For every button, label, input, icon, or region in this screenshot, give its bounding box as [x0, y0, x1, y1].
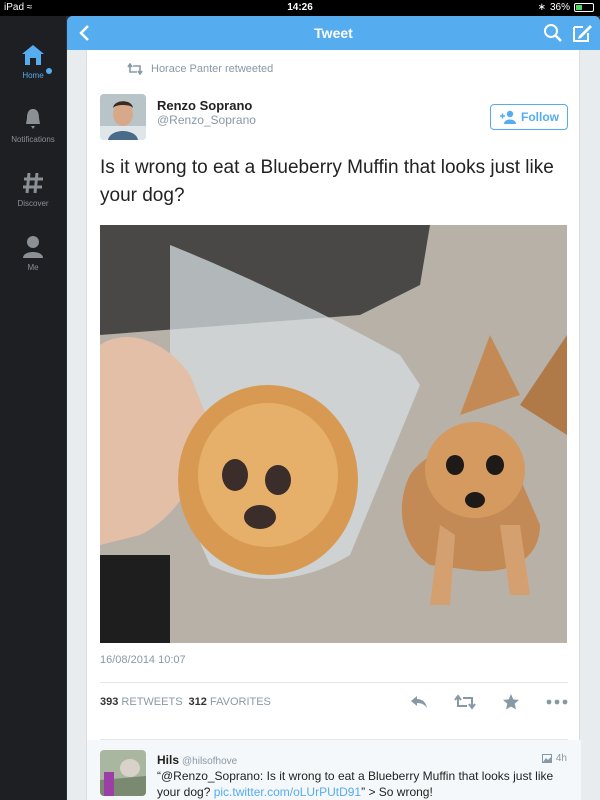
media-icon — [541, 754, 552, 763]
more-icon — [546, 699, 568, 705]
retweet-small-icon — [127, 63, 143, 75]
clock: 14:26 — [287, 2, 313, 13]
sidebar-item-label: Home — [22, 71, 44, 80]
hash-icon — [23, 172, 43, 194]
home-icon — [22, 45, 44, 65]
reply-author[interactable]: Hils @hilsofhove — [157, 753, 237, 767]
reply-text-suffix: ” > So wrong! — [361, 785, 433, 799]
tweet-card: Horace Panter retweeted Renzo Soprano @R… — [86, 50, 581, 800]
reply-button[interactable] — [407, 690, 431, 714]
retweets-count: 393 — [100, 696, 119, 708]
author-avatar-image — [100, 94, 146, 140]
status-right: ∗ 36% — [538, 2, 594, 13]
bell-icon — [26, 109, 40, 129]
battery-percent: 36% — [549, 2, 570, 13]
sidebar-item-notifications[interactable]: Notifications — [0, 106, 66, 144]
favorites-label: FAVORITES — [209, 696, 271, 708]
muffin-dog-photo — [100, 225, 567, 643]
add-user-icon — [500, 110, 516, 124]
navigation-bar: Tweet — [67, 16, 600, 50]
retweet-icon — [454, 694, 476, 710]
tweet-text: Is it wrong to eat a Blueberry Muffin th… — [100, 157, 554, 206]
reply-item[interactable]: Hils @hilsofhove 4h “@Renzo_Soprano: Is i… — [87, 740, 581, 800]
favorites-count: 312 — [188, 696, 207, 708]
search-icon[interactable] — [543, 23, 563, 43]
retweet-button[interactable] — [453, 690, 477, 714]
tweet-timestamp: 16/08/2014 10:07 — [100, 654, 186, 666]
sidebar-item-me[interactable]: Me — [0, 234, 66, 272]
follow-label: Follow — [521, 110, 559, 124]
tweet-stats: 393 RETWEETS 312 FAVORITES — [100, 696, 271, 708]
sidebar-item-discover[interactable]: Discover — [0, 170, 66, 208]
reply-avatar-image — [100, 750, 146, 796]
sidebar-item-label: Discover — [17, 199, 49, 208]
favorite-button[interactable] — [499, 690, 523, 714]
tweet-actions — [407, 690, 569, 714]
reply-link[interactable]: pic.twitter.com/oLUrPUtD91 — [214, 785, 361, 799]
author-handle: @Renzo_Soprano — [157, 113, 256, 127]
reply-icon — [411, 696, 427, 708]
retweets-label: RETWEETS — [121, 696, 183, 708]
divider — [100, 682, 568, 683]
unread-dot — [46, 68, 52, 74]
retweeted-by-line: Horace Panter retweeted — [127, 63, 273, 75]
page-title: Tweet — [314, 25, 353, 41]
avatar[interactable] — [100, 94, 146, 140]
star-icon — [503, 694, 519, 710]
battery-fill — [576, 5, 583, 10]
reply-time: 4h — [541, 753, 567, 764]
avatar[interactable] — [100, 750, 146, 796]
sidebar-item-home[interactable]: Home — [0, 42, 66, 80]
tweet-panel: Tweet Horace Panter retweeted Renzo Sopr… — [67, 16, 600, 800]
reply-author-handle: @hilsofhove — [182, 756, 238, 767]
favorites-stat[interactable]: 312 FAVORITES — [189, 696, 271, 708]
retweeted-by-text: Horace Panter retweeted — [151, 63, 274, 75]
tweet-photo[interactable] — [100, 225, 567, 643]
reply-author-name: Hils — [157, 753, 180, 767]
reply-time-text: 4h — [555, 753, 567, 764]
retweets-stat[interactable]: 393 RETWEETS — [100, 696, 183, 708]
bluetooth-icon: ∗ — [537, 2, 546, 13]
sidebar-item-label: Notifications — [11, 135, 55, 144]
sidebar-item-label: Me — [27, 263, 39, 272]
reply-text: “@Renzo_Soprano: Is it wrong to eat a Bl… — [157, 768, 557, 800]
more-button[interactable] — [545, 690, 569, 714]
status-bar: iPad ≈ 14:26 ∗ 36% — [0, 0, 600, 16]
author-name[interactable]: Renzo Soprano — [157, 98, 252, 113]
sidebar: Home Notifications Discover Me — [0, 16, 66, 800]
follow-button[interactable]: Follow — [490, 104, 568, 130]
person-icon — [23, 236, 43, 258]
compose-icon[interactable] — [571, 22, 593, 44]
battery-icon — [574, 3, 594, 12]
